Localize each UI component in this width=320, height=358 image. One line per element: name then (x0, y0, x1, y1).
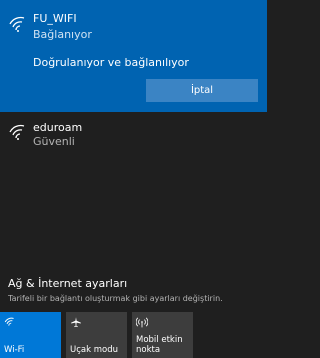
network-name: FU_WIFI (33, 12, 77, 25)
network-settings-description: Tarifeli bir bağlantı oluşturmak gibi ay… (8, 294, 223, 303)
quick-action-airplane-mode[interactable]: Uçak modu (66, 312, 127, 358)
network-detail: Doğrulanıyor ve bağlanılıyor (33, 56, 189, 69)
hotspot-icon (136, 317, 148, 328)
quick-action-label: Wi-Fi (4, 345, 25, 355)
network-status: Güvenli (33, 135, 75, 148)
network-settings-link[interactable]: Ağ & İnternet ayarları (8, 277, 127, 290)
airplane-icon (71, 317, 81, 328)
quick-action-empty (198, 312, 267, 358)
network-name: eduroam (33, 121, 83, 134)
quick-action-wifi[interactable]: Wi-Fi (0, 312, 61, 358)
quick-action-mobile-hotspot[interactable]: Mobil etkin nokta (132, 312, 193, 358)
wifi-icon (9, 124, 25, 140)
network-item-eduroam[interactable]: eduroam Güvenli (0, 112, 267, 152)
wifi-icon (9, 16, 25, 32)
cancel-button[interactable]: İptal (146, 79, 258, 102)
network-item-active[interactable]: FU_WIFI Bağlanıyor Doğrulanıyor ve bağla… (0, 0, 267, 112)
wifi-icon (4, 317, 14, 326)
quick-action-label: Mobil etkin nokta (136, 335, 183, 355)
network-status: Bağlanıyor (33, 28, 92, 41)
quick-action-label: Uçak modu (70, 345, 118, 355)
